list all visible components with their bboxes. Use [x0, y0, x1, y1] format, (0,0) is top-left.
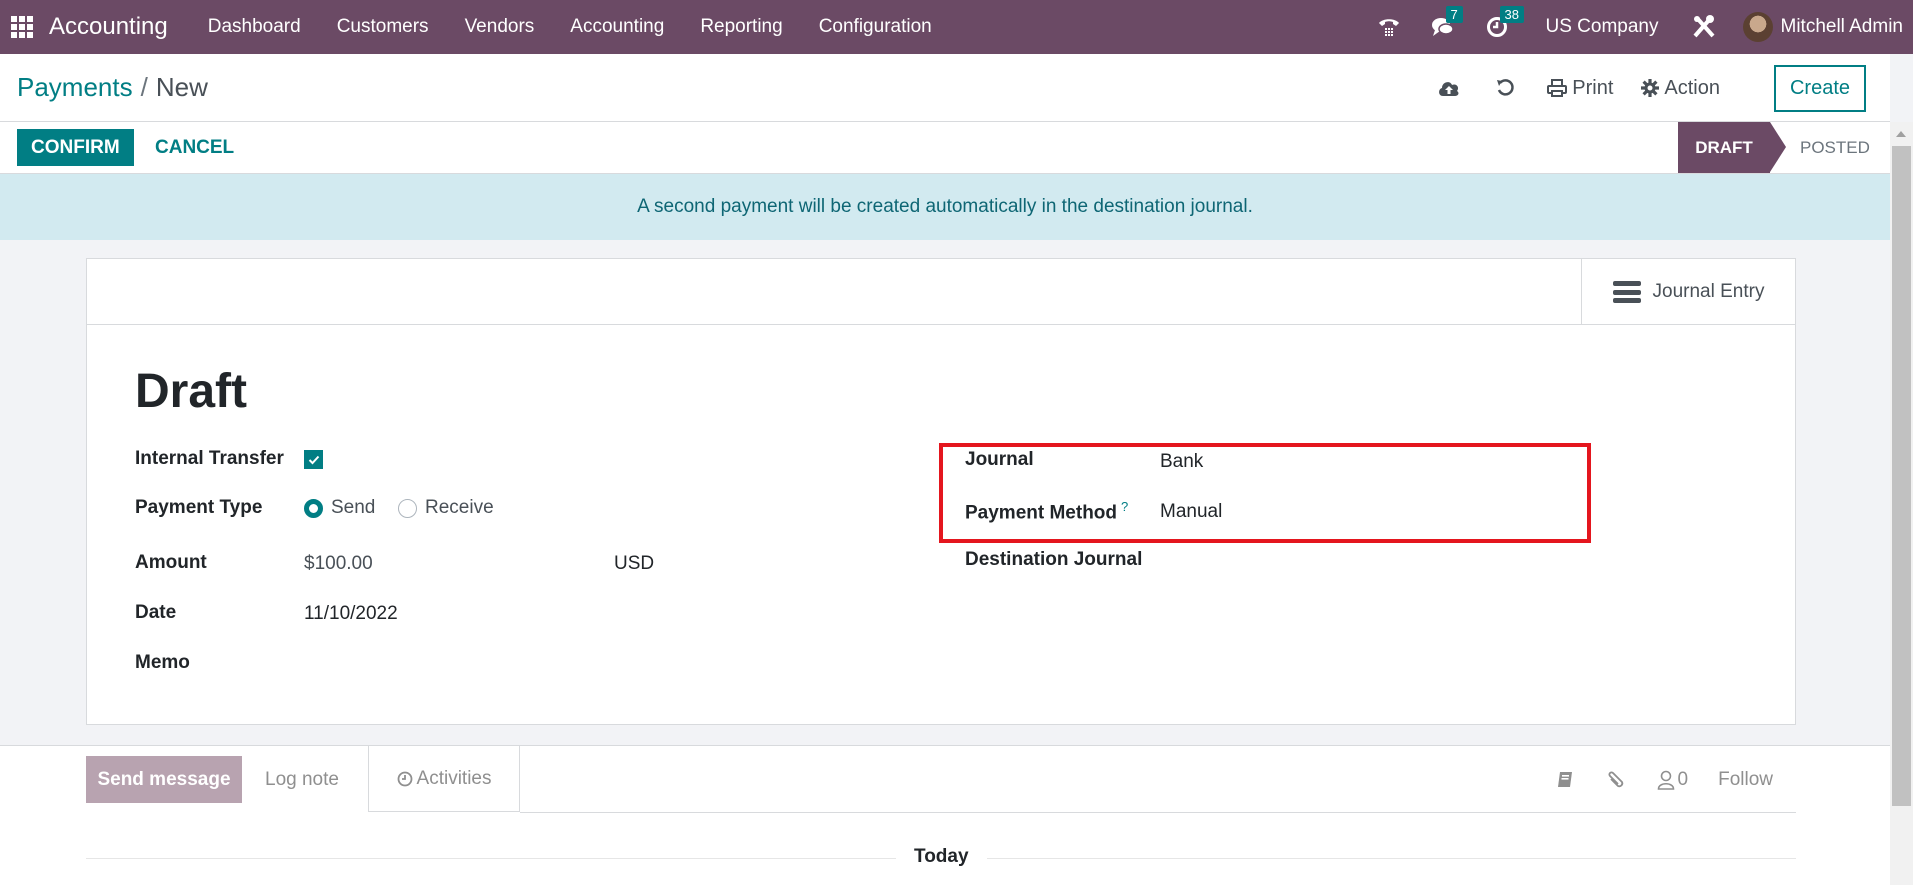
activities-label: Activities — [416, 767, 492, 789]
clock-icon — [397, 771, 412, 786]
receive-option-label: Receive — [425, 497, 494, 518]
info-alert: A second payment will be created automat… — [0, 174, 1890, 240]
menu-vendors[interactable]: Vendors — [447, 16, 553, 38]
amount-field[interactable]: $100.00 — [304, 553, 373, 575]
highlight-annotation-box — [939, 443, 1591, 543]
tools-icon[interactable] — [1691, 14, 1717, 40]
messages-badge: 7 — [1445, 6, 1463, 23]
app-name[interactable]: Accounting — [49, 13, 168, 41]
stage-posted[interactable]: POSTED — [1800, 122, 1870, 173]
date-field[interactable]: 11/10/2022 — [304, 603, 398, 625]
menu-reporting[interactable]: Reporting — [682, 16, 800, 38]
form-sheet: Journal Entry Draft Internal Transfer Pa… — [86, 258, 1796, 725]
radio-checked-icon — [304, 498, 323, 518]
internal-transfer-label: Internal Transfer — [135, 448, 284, 469]
phone-icon[interactable] — [1376, 14, 1402, 40]
paperclip-icon[interactable] — [1605, 769, 1627, 791]
book-icon[interactable] — [1555, 770, 1575, 790]
list-bars-icon — [1612, 281, 1641, 303]
user-menu[interactable]: Mitchell Admin — [1781, 16, 1904, 38]
internal-transfer-checkbox[interactable] — [304, 450, 323, 469]
clock-icon[interactable]: 38 — [1484, 6, 1524, 40]
scroll-up-arrow-icon[interactable] — [1896, 131, 1906, 137]
help-tooltip-icon[interactable]: ? — [1121, 499, 1128, 514]
payment-type-label: Payment Type — [135, 497, 263, 518]
menu-dashboard[interactable]: Dashboard — [190, 16, 319, 38]
send-message-button[interactable]: Send message — [86, 756, 242, 803]
today-date-separator: Today — [896, 846, 987, 868]
print-button[interactable]: Print — [1547, 77, 1613, 100]
menu-configuration[interactable]: Configuration — [801, 16, 950, 38]
printer-icon — [1547, 79, 1568, 97]
stage-draft[interactable]: DRAFT — [1678, 122, 1786, 173]
discard-undo-icon[interactable] — [1491, 74, 1519, 102]
control-panel: Payments / New Print Action Create — [0, 54, 1890, 122]
breadcrumb: Payments / New — [17, 72, 208, 103]
avatar[interactable] — [1742, 12, 1773, 42]
company-switcher[interactable]: US Company — [1546, 16, 1659, 38]
cancel-button[interactable]: CANCEL — [153, 129, 236, 166]
chatter: Send message Log note Activities 0 Follo… — [0, 745, 1890, 885]
payment-method-label: Payment Method? — [965, 499, 1129, 524]
create-button[interactable]: Create — [1773, 64, 1866, 112]
checkmark-icon — [308, 455, 319, 464]
menu-accounting[interactable]: Accounting — [552, 16, 682, 38]
action-button[interactable]: Action — [1641, 77, 1720, 100]
breadcrumb-separator: / — [140, 72, 148, 102]
follow-button[interactable]: Follow — [1718, 769, 1773, 791]
user-icon — [1657, 770, 1674, 790]
memo-field[interactable] — [304, 653, 904, 677]
followers-button[interactable]: 0 — [1657, 768, 1689, 791]
chatter-topbar-right: 0 Follow — [1555, 756, 1773, 803]
gear-icon — [1641, 79, 1660, 97]
record-title: Draft — [135, 365, 248, 418]
form-statusbar: CONFIRM CANCEL DRAFT POSTED — [0, 122, 1890, 174]
page-scrollbar[interactable] — [1890, 122, 1913, 885]
payment-type-receive-radio[interactable]: Receive — [398, 497, 494, 519]
chat-icon[interactable]: 7 — [1430, 6, 1463, 40]
save-cloud-icon[interactable] — [1435, 74, 1463, 102]
breadcrumb-current: New — [155, 72, 208, 102]
scroll-thumb[interactable] — [1892, 146, 1911, 806]
payment-method-field[interactable]: Manual — [1160, 501, 1222, 523]
date-label: Date — [135, 602, 177, 623]
print-label: Print — [1572, 76, 1614, 99]
apps-grid-icon[interactable] — [11, 16, 33, 38]
journal-field[interactable]: Bank — [1160, 451, 1203, 473]
destination-journal-field[interactable] — [1160, 551, 1660, 575]
destination-journal-label: Destination Journal — [965, 549, 1143, 570]
activities-button[interactable]: Activities — [368, 746, 520, 812]
menu-customers[interactable]: Customers — [319, 16, 447, 38]
followers-count: 0 — [1677, 768, 1689, 790]
journal-entry-button[interactable]: Journal Entry — [1581, 259, 1795, 325]
payment-type-send-radio[interactable]: Send — [304, 497, 375, 519]
navbar-systray: 7 38 US Company Mitchell Admin — [1362, 0, 1913, 54]
journal-label: Journal — [965, 449, 1034, 470]
send-option-label: Send — [331, 497, 376, 518]
control-panel-actions: Print Action Create — [1421, 54, 1890, 122]
action-label: Action — [1664, 76, 1720, 99]
smart-button-box: Journal Entry — [87, 259, 1795, 325]
amount-label: Amount — [135, 552, 207, 573]
currency-field[interactable]: USD — [614, 553, 654, 575]
confirm-button[interactable]: CONFIRM — [17, 129, 134, 166]
radio-unchecked-icon — [398, 498, 417, 518]
activities-badge: 38 — [1499, 6, 1524, 23]
top-navbar: Accounting Dashboard Customers Vendors A… — [0, 0, 1913, 54]
journal-entry-label: Journal Entry — [1652, 281, 1765, 302]
chatter-divider — [520, 812, 1796, 813]
log-note-button[interactable]: Log note — [265, 756, 339, 803]
breadcrumb-payments[interactable]: Payments — [17, 72, 133, 102]
memo-label: Memo — [135, 652, 190, 673]
